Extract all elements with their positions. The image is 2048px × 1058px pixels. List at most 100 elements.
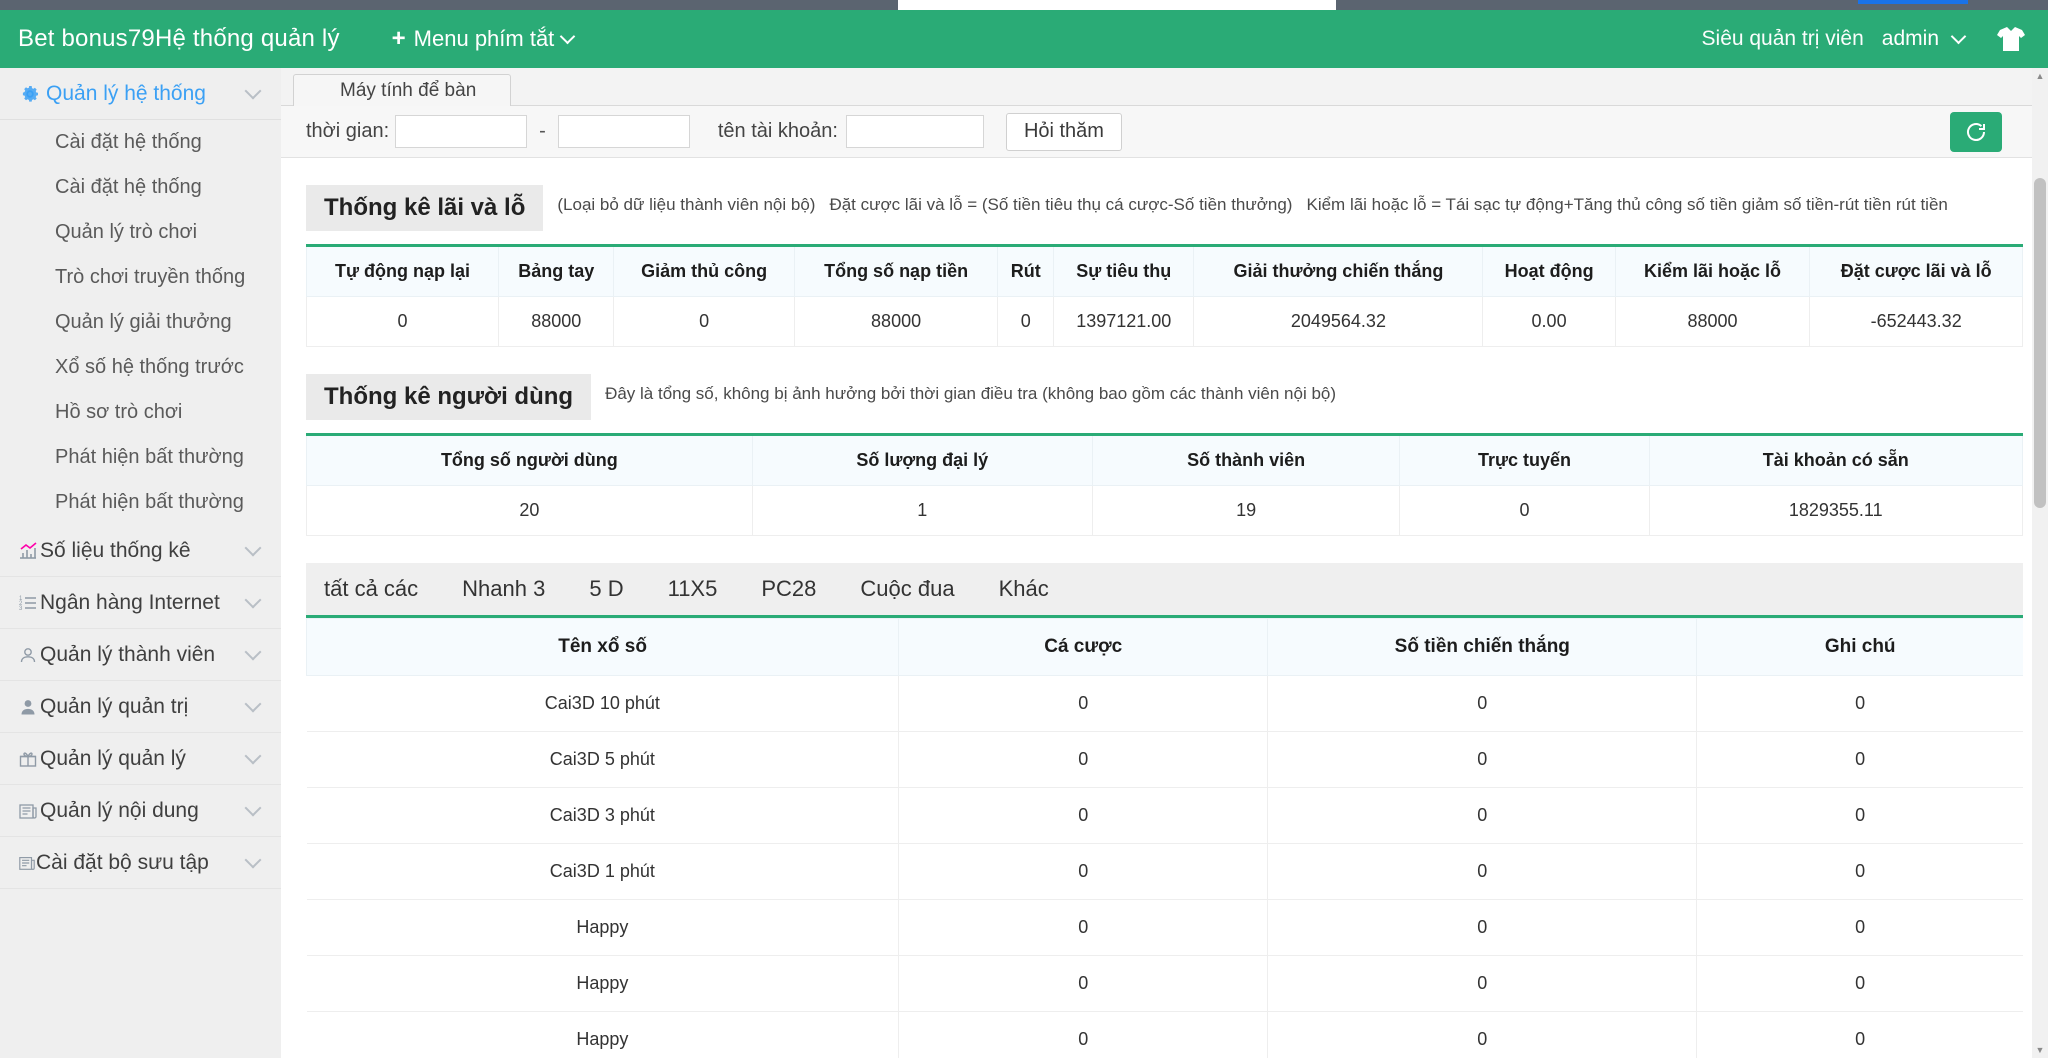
profit-loss-description: (Loại bỏ dữ liệu thành viên nội bộ)Đặt c… [557, 185, 1947, 219]
col-total-users: Tổng số người dùng [307, 435, 753, 486]
col-note: Ghi chú [1697, 619, 2023, 676]
cell-auto-recharge: 0 [307, 297, 499, 347]
cell-bet-profit-loss: -652443.32 [1810, 297, 2023, 347]
scroll-thumb[interactable] [2034, 178, 2046, 508]
lottery-tab-race[interactable]: Cuộc đua [838, 563, 976, 615]
cell-withdraw: 0 [998, 297, 1054, 347]
filter-bar: thời gian: - tên tài khoản: Hỏi thăm [281, 106, 2048, 158]
profit-loss-title: Thống kê lãi và lỗ [306, 185, 543, 231]
cell-win-amount: 0 [1268, 676, 1697, 732]
cell-note: 0 [1697, 732, 2023, 788]
sidebar-group-statistics[interactable]: Số liệu thống kê [0, 525, 281, 577]
chevron-down-icon [560, 29, 576, 45]
account-name-input[interactable] [846, 115, 984, 148]
sidebar-item-prize-management[interactable]: Quản lý giải thưởng [0, 300, 281, 345]
cell-total-users: 20 [307, 486, 753, 536]
cell-total-deposit: 88000 [794, 297, 998, 347]
cell-win-amount: 0 [1268, 844, 1697, 900]
sidebar-group-label: Quản lý hệ thống [46, 82, 247, 106]
sidebar-group-collection-settings[interactable]: Cài đặt bộ sưu tập [0, 837, 281, 889]
lottery-tab-fast3[interactable]: Nhanh 3 [440, 563, 567, 615]
cell-note: 0 [1697, 900, 2023, 956]
cell-lottery-name: Cai3D 1 phút [307, 844, 899, 900]
cell-online: 0 [1400, 486, 1649, 536]
col-consumption: Sự tiêu thụ [1054, 246, 1194, 297]
user-solid-icon [18, 697, 40, 717]
sidebar-item-game-records[interactable]: Hồ sơ trò chơi [0, 390, 281, 435]
shortcut-menu-button[interactable]: + Menu phím tắt [392, 26, 574, 52]
col-win-amount: Số tiền chiến thắng [1268, 619, 1697, 676]
search-button[interactable]: Hỏi thăm [1006, 113, 1122, 151]
profit-desc-1: (Loại bỏ dữ liệu thành viên nội bộ) [557, 195, 815, 214]
cell-lottery-name: Cai3D 10 phút [307, 676, 899, 732]
sidebar-group-member-management[interactable]: Quản lý thành viên [0, 629, 281, 681]
sidebar-group-content-management[interactable]: Quản lý nội dung [0, 785, 281, 837]
user-stats-description: Đây là tổng số, không bị ảnh hưởng bởi t… [605, 374, 1336, 408]
lottery-category-tabs: tất cả các Nhanh 3 5 D 11X5 PC28 Cuộc đu… [306, 563, 2023, 618]
scroll-up-arrow[interactable]: ▲ [2032, 68, 2048, 84]
date-to-input[interactable] [558, 115, 690, 148]
table-row: Cai3D 5 phút 0 0 0 [307, 732, 2024, 788]
scroll-down-arrow[interactable]: ▼ [2032, 1042, 2048, 1058]
browser-active-tab-indicator [1858, 0, 1968, 4]
user-name-menu[interactable]: admin [1882, 27, 1939, 51]
lottery-tab-5d[interactable]: 5 D [567, 563, 645, 615]
svg-text:3: 3 [19, 606, 23, 612]
cell-lottery-name: Happy [307, 956, 899, 1012]
time-label: thời gian: [306, 120, 389, 143]
gear-icon [20, 84, 46, 104]
cell-win-amount: 0 [1268, 788, 1697, 844]
cell-bet: 0 [899, 844, 1268, 900]
cell-win-amount: 0 [1268, 732, 1697, 788]
table-row: Cai3D 3 phút 0 0 0 [307, 788, 2024, 844]
cell-bet: 0 [899, 732, 1268, 788]
chevron-down-icon [245, 747, 262, 764]
lottery-tab-all[interactable]: tất cả các [306, 563, 440, 615]
table-header-row: Tổng số người dùng Số lượng đại lý Số th… [307, 435, 2023, 486]
cell-available-balance: 1829355.11 [1649, 486, 2023, 536]
shortcut-menu-label: Menu phím tắt [414, 26, 555, 52]
page-root: Bet bonus79Hệ thống quản lý + Menu phím … [0, 0, 2048, 1058]
news-icon [18, 854, 36, 872]
table-row: Happy 0 0 0 [307, 900, 2024, 956]
user-chevron-down-icon[interactable] [1951, 29, 1967, 45]
sidebar-item-system-settings-2[interactable]: Cài đặt hệ thống [0, 165, 281, 210]
refresh-button[interactable] [1950, 112, 2002, 152]
cell-manual-deduct: 0 [614, 297, 794, 347]
sidebar-item-anomaly-detection-1[interactable]: Phát hiện bất thường [0, 435, 281, 480]
profit-loss-table: Tự động nạp lại Bảng tay Giảm thủ công T… [306, 244, 2023, 347]
sidebar-item-game-management[interactable]: Quản lý trò chơi [0, 210, 281, 255]
tab-desktop[interactable]: Máy tính để bàn [293, 74, 511, 106]
lottery-tab-pc28[interactable]: PC28 [739, 563, 838, 615]
sidebar-group-admin-management[interactable]: Quản lý quản trị [0, 681, 281, 733]
content-area: Thống kê lãi và lỗ (Loại bỏ dữ liệu thàn… [281, 185, 2048, 1058]
sidebar-item-anomaly-detection-2[interactable]: Phát hiện bất thường [0, 480, 281, 525]
main-content: Máy tính để bàn thời gian: - tên tài kho… [281, 68, 2048, 1058]
col-lottery-name: Tên xổ số [307, 619, 899, 676]
sidebar-group-internet-bank[interactable]: 1 2 3 Ngân hàng Internet [0, 577, 281, 629]
lottery-table-body: Cai3D 10 phút 0 0 0 Cai3D 5 phút 0 0 0 C… [307, 676, 2024, 1058]
col-bet: Cá cược [899, 619, 1268, 676]
cell-consumption: 1397121.00 [1054, 297, 1194, 347]
cell-check-profit-loss: 88000 [1615, 297, 1810, 347]
chart-icon [18, 541, 40, 561]
sidebar-item-system-settings-1[interactable]: Cài đặt hệ thống [0, 120, 281, 165]
table-row: Happy 0 0 0 [307, 1012, 2024, 1058]
lottery-tab-11x5[interactable]: 11X5 [646, 563, 740, 615]
sidebar-group-label: Quản lý nội dung [40, 799, 247, 823]
table-row: 0 88000 0 88000 0 1397121.00 2049564.32 … [307, 297, 2023, 347]
sidebar-group-system-management[interactable]: Quản lý hệ thống [0, 68, 281, 120]
sidebar-item-traditional-games[interactable]: Trò chơi truyền thống [0, 255, 281, 300]
page-scrollbar[interactable]: ▲ ▼ [2032, 68, 2048, 1058]
table-header-row: Tự động nạp lại Bảng tay Giảm thủ công T… [307, 246, 2023, 297]
date-from-input[interactable] [395, 115, 527, 148]
sidebar-group-label: Cài đặt bộ sưu tập [36, 851, 247, 875]
shirt-icon[interactable] [1996, 26, 2026, 52]
sidebar-item-previous-lottery[interactable]: Xổ số hệ thống trước [0, 345, 281, 390]
lottery-tab-other[interactable]: Khác [977, 563, 1071, 615]
content-tabstrip: Máy tính để bàn [281, 68, 2048, 106]
table-row: Cai3D 1 phút 0 0 0 [307, 844, 2024, 900]
col-agent-count: Số lượng đại lý [752, 435, 1092, 486]
sidebar-group-manager-management[interactable]: Quản lý quản lý [0, 733, 281, 785]
news-icon [18, 801, 40, 821]
